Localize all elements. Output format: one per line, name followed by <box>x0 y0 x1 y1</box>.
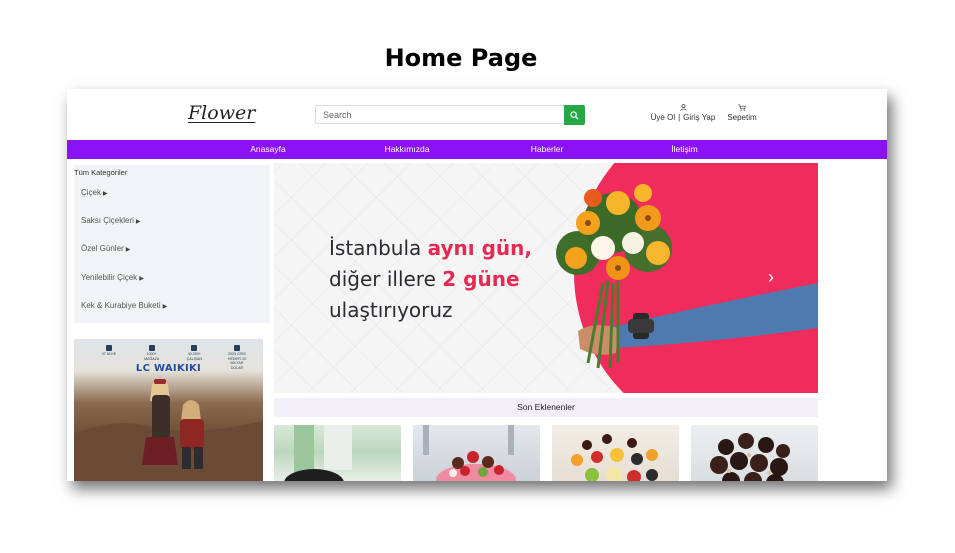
website-screenshot: Flower Üye Ol|Giriş Yap Sepetim Anasayfa… <box>67 89 887 481</box>
caret-right-icon: ▶ <box>162 304 168 310</box>
category-label: Yenilebilir Çiçek <box>81 273 138 282</box>
login-link[interactable]: Giriş Yap <box>683 113 715 122</box>
caret-right-icon: ▶ <box>135 219 141 225</box>
nav-item-contact[interactable]: İletişim <box>657 140 712 159</box>
cart-link[interactable]: Sepetim <box>726 104 758 123</box>
nav-item-about[interactable]: Hakkımızda <box>372 140 442 159</box>
cart-label: Sepetim <box>727 113 757 122</box>
caret-right-icon: ▶ <box>103 191 108 197</box>
ad-photo-models <box>74 379 263 481</box>
product-image <box>284 425 352 481</box>
product-card[interactable] <box>552 425 679 481</box>
hero-banner[interactable]: İstanbula aynı gün, diğer illere 2 güne … <box>274 163 818 393</box>
cart-icon <box>738 104 746 111</box>
category-label: Çiçek <box>81 188 102 197</box>
ad-banner[interactable]: 47 ÜLKE 1000+ MAĞAZA 40.000+ ÇALIŞAN 202… <box>74 339 263 481</box>
category-label: Kek & Kurabiye Buketi <box>81 301 161 310</box>
hero-headline: İstanbula aynı gün, diğer illere 2 güne … <box>329 236 533 322</box>
category-item[interactable]: Saksı Çiçekleri ▶ <box>81 216 141 225</box>
category-item[interactable]: Kek & Kurabiye Buketi ▶ <box>81 301 167 310</box>
category-item[interactable]: Özel Günler ▶ <box>81 244 130 253</box>
site-logo[interactable]: Flower <box>188 102 255 124</box>
category-item[interactable]: Çiçek ▶ <box>81 188 108 197</box>
product-card[interactable] <box>691 425 818 481</box>
nav-item-home[interactable]: Anasayfa <box>237 140 299 159</box>
main-nav: Anasayfa Hakkımızda Haberler İletişim <box>67 140 887 159</box>
account-links: Üye Ol | Giriş Yap <box>650 104 716 123</box>
register-link[interactable]: Üye Ol <box>651 113 675 122</box>
product-image <box>710 433 790 481</box>
category-item[interactable]: Yenilebilir Çiçek ▶ <box>81 273 144 282</box>
caret-right-icon: ▶ <box>139 276 144 282</box>
slide-title: Home Page <box>384 44 538 72</box>
category-label: Saksı Çiçekleri <box>81 216 134 225</box>
nav-item-news[interactable]: Haberler <box>517 140 577 159</box>
category-label: Özel Günler <box>81 244 124 253</box>
user-icon <box>679 104 687 111</box>
search-icon <box>570 110 579 120</box>
section-title: Son Eklenenler <box>274 398 818 417</box>
caret-right-icon: ▶ <box>125 247 131 253</box>
search-input[interactable] <box>315 105 564 124</box>
product-image <box>571 434 658 481</box>
category-sidebar: Tüm Kategoriler Çiçek ▶ Saksı Çiçekleri ▶ … <box>74 165 270 323</box>
chevron-right-icon[interactable]: › <box>768 267 774 288</box>
product-card[interactable] <box>413 425 540 481</box>
product-card[interactable] <box>274 425 401 481</box>
search-button[interactable] <box>564 105 585 125</box>
sidebar-heading: Tüm Kategoriler <box>74 168 128 177</box>
product-image <box>423 425 516 481</box>
